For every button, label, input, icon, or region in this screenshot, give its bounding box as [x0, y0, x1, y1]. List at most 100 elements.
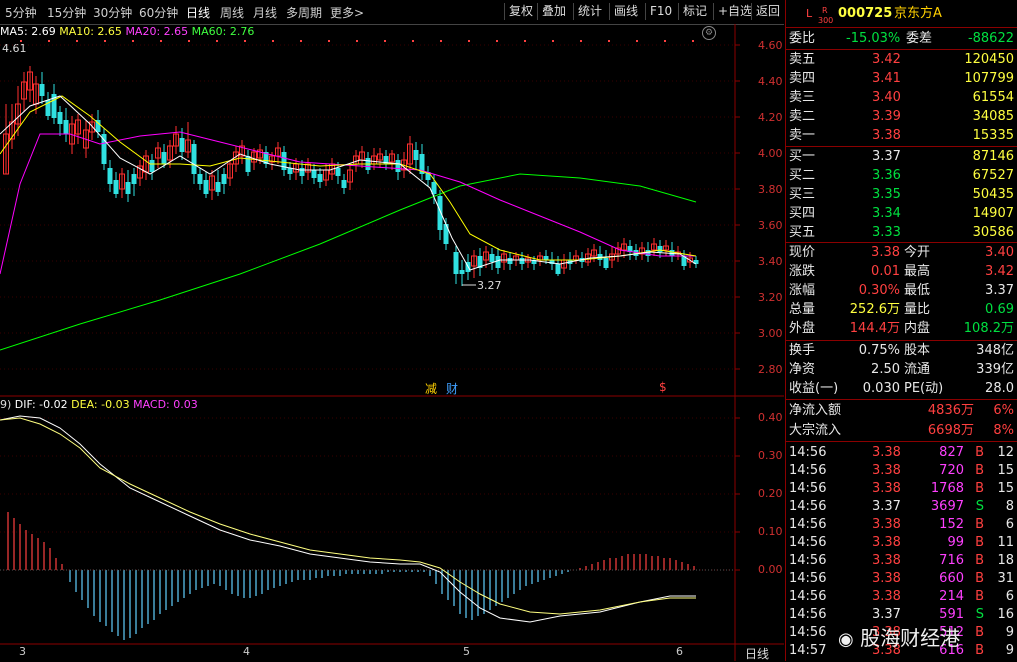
marker-reduce[interactable]: 减 [425, 380, 437, 397]
ask-volume: 34085 [972, 109, 1014, 124]
stat-row: 涨跌 0.01 最高 3.42 [786, 262, 1017, 281]
timeframe-60min[interactable]: 60分钟 [139, 4, 178, 21]
trade-tick-row: 14:56 3.38 716 B 18 [786, 551, 1017, 570]
tick-side: B [975, 643, 984, 658]
tick-side: B [975, 571, 984, 586]
flow-pct: 6% [993, 403, 1014, 418]
top-dot [20, 40, 22, 42]
bid-price: 3.36 [872, 168, 901, 183]
stat-value-2: 0.69 [985, 302, 1014, 317]
ask-price: 3.42 [872, 52, 901, 67]
candle-body [543, 256, 549, 260]
timeframe-multi[interactable]: 多周期 [286, 4, 322, 21]
tick-count: 9 [1005, 625, 1014, 640]
trade-tick-row: 14:56 3.38 720 B 15 [786, 461, 1017, 480]
price-tick: 3.60 [758, 219, 783, 232]
tick-time: 14:56 [789, 517, 827, 532]
x-label-4: 4 [243, 645, 250, 658]
adjust-button[interactable]: 复权 [504, 3, 537, 20]
flow-value: 6698万 [927, 423, 974, 438]
stat-label: 涨幅 [789, 283, 816, 298]
candle-body [519, 258, 525, 264]
top-dot [328, 40, 330, 42]
draw-button[interactable]: 画线 [609, 3, 642, 20]
top-dot [468, 40, 470, 42]
price-tick: 4.20 [758, 111, 783, 124]
back-button[interactable]: 返回 [751, 3, 784, 20]
stat-value: 0.30% [858, 283, 900, 298]
macd-tick: 0.30 [758, 449, 783, 462]
timeframe-weekly[interactable]: 周线 [220, 4, 244, 21]
candle-body [179, 138, 185, 152]
marker-finance[interactable]: 财 [446, 380, 458, 397]
mark-button[interactable]: 标记 [678, 3, 711, 20]
tick-volume: 99 [947, 535, 964, 550]
add-watchlist-button[interactable]: +自选 [713, 3, 756, 20]
stat2-value: 0.75% [858, 343, 900, 358]
tick-price: 3.37 [872, 499, 901, 514]
period-label[interactable]: 日线 [745, 645, 769, 662]
ask-label: 卖四 [789, 71, 816, 86]
candle-body [453, 252, 459, 274]
candle-body [221, 174, 227, 184]
timeframe-30min[interactable]: 30分钟 [93, 4, 132, 21]
bid-price: 3.35 [872, 187, 901, 202]
top-dot [132, 40, 134, 42]
tick-time: 14:56 [789, 535, 827, 550]
flow-label: 净流入额 [789, 403, 842, 418]
ask-row: 卖四 3.41 107799 [786, 69, 1017, 88]
candle-body [657, 246, 663, 252]
macd-value-legend: MACD: 0.03 [133, 398, 198, 411]
overlay-button[interactable]: 叠加 [537, 3, 570, 20]
top-dot [636, 40, 638, 42]
weibo-icon: ◉ [838, 629, 854, 650]
watermark: ◉ 股海财经港 [838, 622, 960, 651]
tick-count: 16 [997, 607, 1014, 622]
tick-side: B [975, 553, 984, 568]
stock-header: L R 300 000725 京东方A [786, 4, 1017, 25]
macd-tick: 0.20 [758, 487, 783, 500]
stat-row: 总量 252.6万 量比 0.69 [786, 300, 1017, 319]
macd-legend-prefix: 9) [0, 398, 12, 411]
price-tick: 2.80 [758, 363, 783, 376]
timeframe-5min[interactable]: 5分钟 [5, 4, 37, 21]
ask-row: 卖一 3.38 15335 [786, 126, 1017, 145]
bid-row: 买一 3.37 87146 [786, 147, 1017, 166]
bid-price: 3.33 [872, 225, 901, 240]
bid-label: 买一 [789, 149, 816, 164]
tick-volume: 720 [939, 463, 964, 478]
tick-volume: 716 [939, 553, 964, 568]
tick-count: 11 [997, 535, 1014, 550]
top-dot [244, 40, 246, 42]
timeframe-daily[interactable]: 日线 [186, 4, 210, 21]
stats-button[interactable]: 统计 [573, 3, 606, 20]
x-label-6: 6 [676, 645, 683, 658]
stat-value-2: 3.40 [985, 245, 1014, 260]
candle-body [39, 84, 45, 96]
price-tick: 4.00 [758, 147, 783, 160]
timeframe-15min[interactable]: 15分钟 [47, 4, 86, 21]
bid-volume: 67527 [972, 168, 1014, 183]
kline-chart[interactable]: 3.27 [0, 24, 784, 661]
top-dot [272, 40, 274, 42]
bid-volume: 14907 [972, 206, 1014, 221]
bid-price: 3.37 [872, 149, 901, 164]
f10-button[interactable]: F10 [645, 3, 676, 20]
timeframe-monthly[interactable]: 月线 [253, 4, 277, 21]
tick-side: B [975, 517, 984, 532]
ask-price: 3.38 [872, 128, 901, 143]
ask-label: 卖二 [789, 109, 816, 124]
tick-time: 14:57 [789, 643, 827, 658]
trade-tick-row: 14:56 3.38 214 B 6 [786, 587, 1017, 606]
watermark-text: 股海财经港 [860, 626, 961, 650]
weicha-value: -88622 [967, 31, 1014, 46]
tick-side: B [975, 535, 984, 550]
marker-dollar[interactable]: $ [659, 380, 667, 394]
price-tick: 3.80 [758, 183, 783, 196]
stat-value-2: 108.2万 [963, 321, 1014, 336]
top-dot [104, 40, 106, 42]
candle-body [191, 144, 197, 174]
candle-body [341, 180, 347, 188]
timeframe-more[interactable]: 更多> [330, 4, 364, 21]
tick-price: 3.38 [872, 463, 901, 478]
